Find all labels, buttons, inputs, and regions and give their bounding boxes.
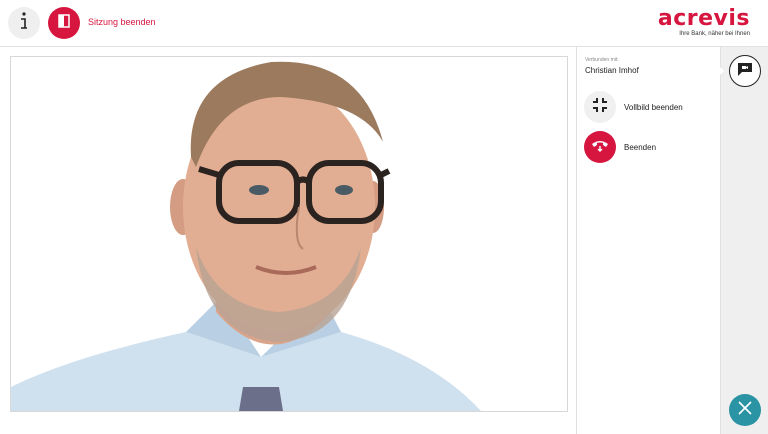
video-chat-button[interactable] — [729, 55, 761, 87]
call-side-panel: Verbunden mit: Christian Imhof Vollbild … — [577, 47, 720, 434]
video-stream — [10, 56, 568, 412]
exit-fullscreen-icon — [592, 97, 608, 118]
rail-notch — [720, 67, 724, 75]
hang-up-circle[interactable] — [584, 131, 616, 163]
logo-wordmark: acrevis — [657, 6, 750, 31]
right-rail — [720, 47, 768, 434]
close-icon — [737, 400, 753, 421]
hang-up-button[interactable]: Beenden — [584, 131, 656, 163]
info-button[interactable] — [8, 7, 40, 39]
hang-up-label: Beenden — [624, 142, 657, 152]
top-bar: Sitzung beenden acrevis Ihre Bank, näher… — [0, 0, 768, 47]
logo-tagline: Ihre Bank, näher bei Ihnen — [679, 31, 750, 37]
door-exit-icon — [56, 13, 72, 34]
connected-with-label: Verbunden mit: — [585, 57, 619, 63]
acrevis-logo: acrevis Ihre Bank, näher bei Ihnen — [657, 6, 750, 38]
participant-video-frame — [11, 57, 567, 411]
hang-up-icon — [591, 138, 609, 157]
end-session-button[interactable] — [48, 7, 80, 39]
close-button[interactable] — [729, 394, 761, 426]
end-session-label[interactable]: Sitzung beenden — [88, 17, 156, 27]
info-icon — [17, 11, 31, 36]
exit-fullscreen-button[interactable]: Vollbild beenden — [584, 91, 683, 123]
exit-fullscreen-label: Vollbild beenden — [624, 102, 683, 112]
exit-fullscreen-circle[interactable] — [584, 91, 616, 123]
video-chat-icon — [737, 61, 753, 82]
connected-name: Christian Imhof — [585, 66, 639, 75]
